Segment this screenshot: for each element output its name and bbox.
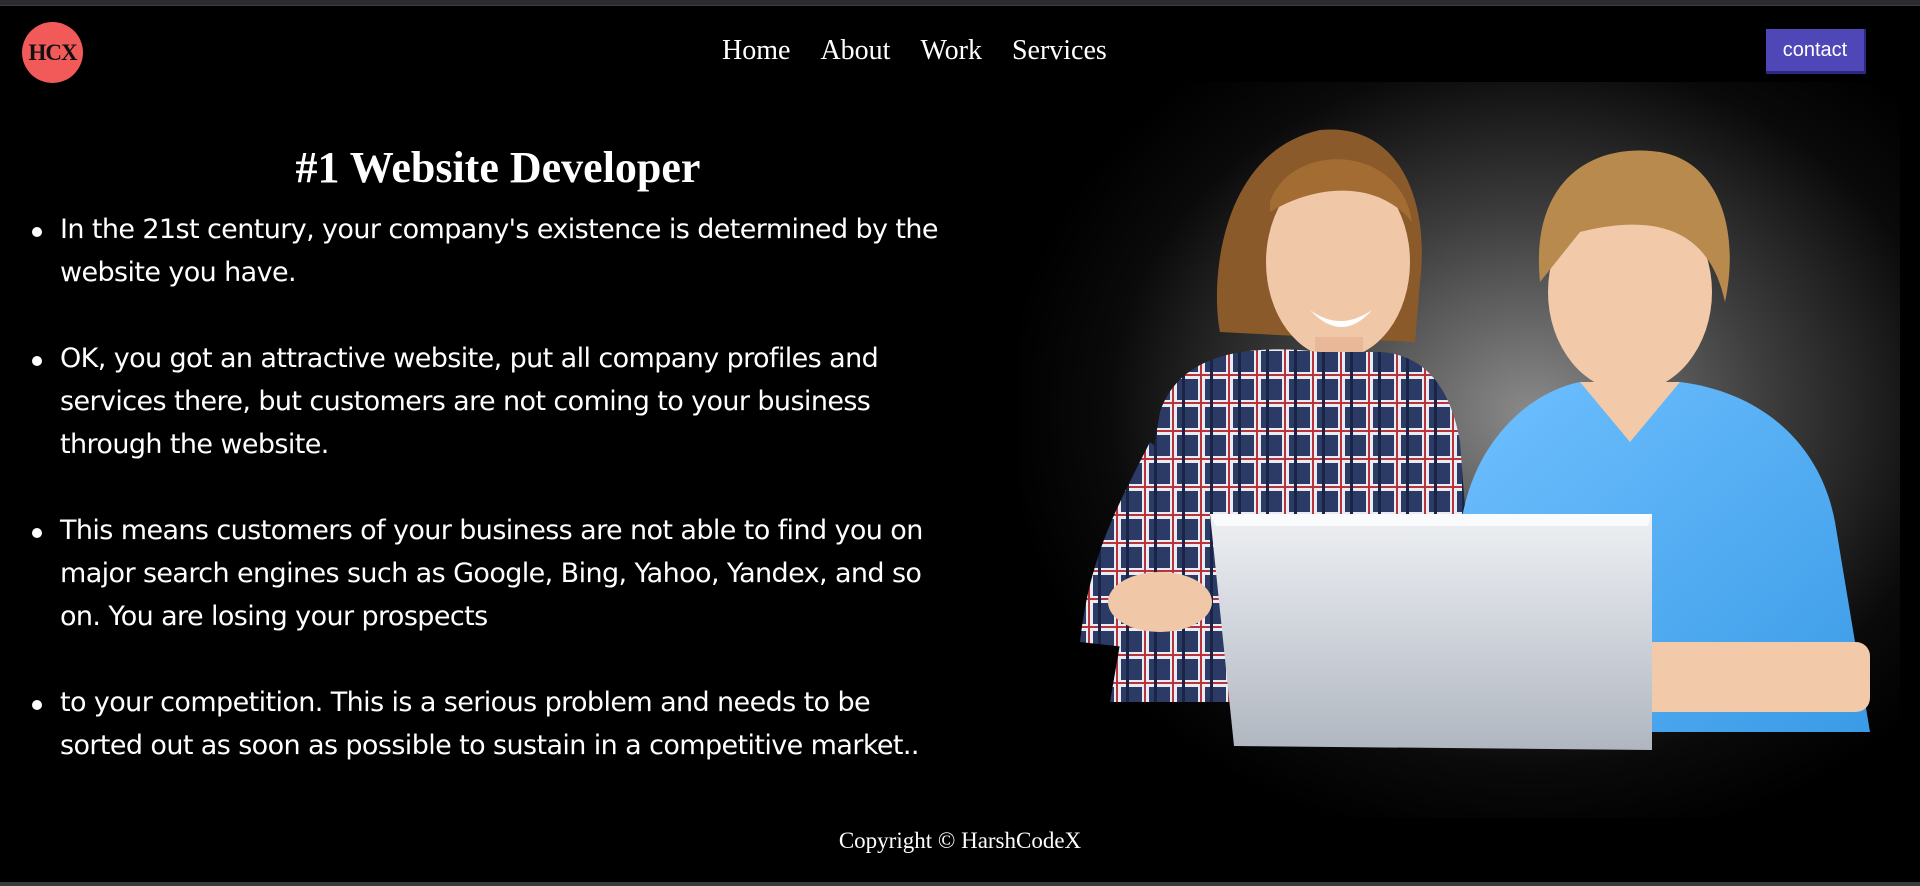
main-nav: Home About Work Services xyxy=(722,34,1107,68)
nav-work[interactable]: Work xyxy=(920,34,982,68)
bottom-edge xyxy=(0,882,1920,886)
page-title: #1 Website Developer xyxy=(295,143,701,192)
list-item: to your competition. This is a serious p… xyxy=(32,681,950,767)
hero-illustration xyxy=(1020,82,1900,818)
list-item: OK, you got an attractive website, put a… xyxy=(32,337,950,466)
contact-button[interactable]: contact xyxy=(1766,29,1866,74)
nav-home[interactable]: Home xyxy=(722,34,790,68)
feature-list: In the 21st century, your company's exis… xyxy=(32,208,950,810)
list-item: In the 21st century, your company's exis… xyxy=(32,208,950,294)
hero-image xyxy=(1020,82,1900,818)
logo[interactable]: HCX xyxy=(22,22,83,83)
nav-about[interactable]: About xyxy=(820,34,890,68)
browser-top-edge xyxy=(0,0,1920,6)
copyright-text: Copyright © HarshCodeX xyxy=(838,828,1082,853)
nav-services[interactable]: Services xyxy=(1012,34,1107,68)
logo-text: HCX xyxy=(28,39,77,65)
list-item: This means customers of your business ar… xyxy=(32,509,950,638)
laptop xyxy=(1210,514,1652,750)
